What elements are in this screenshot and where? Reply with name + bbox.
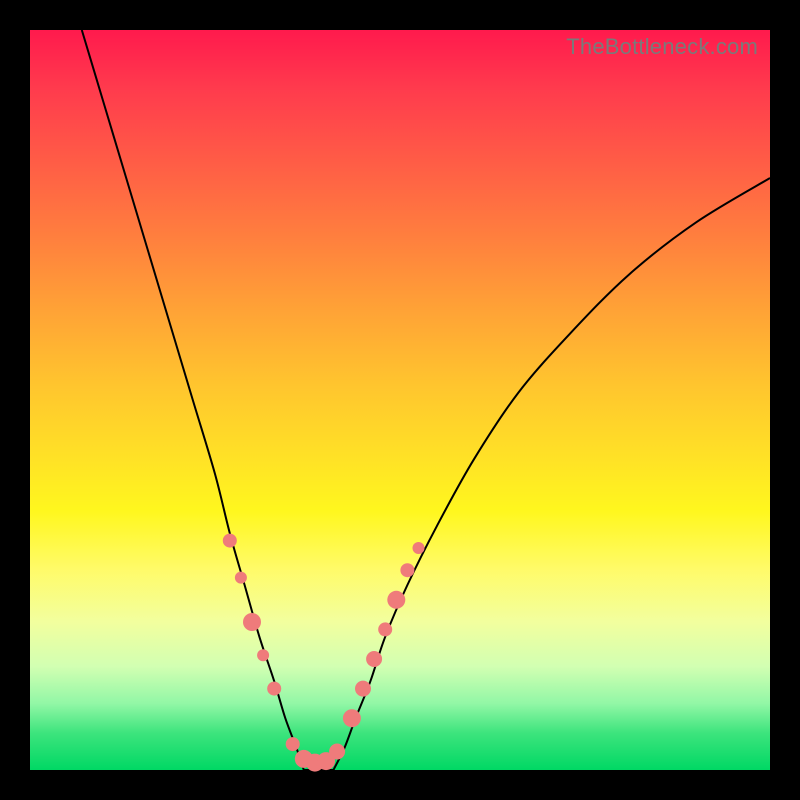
scatter-dot [343, 709, 361, 727]
scatter-dot [400, 563, 414, 577]
curve-layer [30, 30, 770, 770]
scatter-dot [413, 542, 425, 554]
chart-stage: TheBottleneck.com [0, 0, 800, 800]
scatter-dot [329, 744, 345, 760]
scatter-dot [267, 682, 281, 696]
scatter-dot [235, 572, 247, 584]
scatter-dot [286, 737, 300, 751]
scatter-dot [243, 613, 261, 631]
scatter-dot [257, 649, 269, 661]
scatter-dot [355, 681, 371, 697]
left-curve [82, 30, 304, 770]
scatter-dot [378, 622, 392, 636]
scatter-dot [223, 534, 237, 548]
right-curve [333, 178, 770, 770]
scatter-dot [366, 651, 382, 667]
scatter-dots [223, 534, 425, 772]
scatter-dot [387, 591, 405, 609]
plot-area: TheBottleneck.com [30, 30, 770, 770]
